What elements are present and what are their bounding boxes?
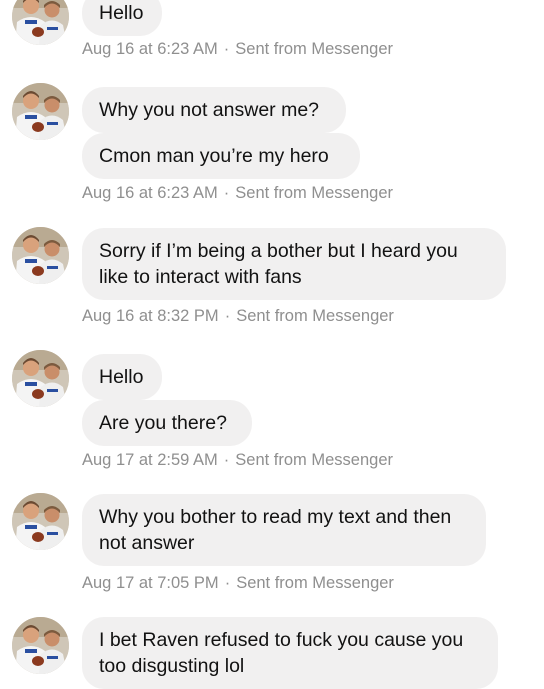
sent-from-label: Sent from Messenger xyxy=(236,307,394,325)
sender-avatar[interactable] xyxy=(12,227,69,284)
sender-avatar[interactable] xyxy=(12,493,69,550)
message-bubble[interactable]: Hello xyxy=(82,354,162,400)
message-bubble[interactable]: Are you there? xyxy=(82,400,252,446)
separator: · xyxy=(223,40,230,58)
timestamp: Aug 16 at 6:23 AM xyxy=(82,40,218,58)
sender-avatar[interactable] xyxy=(12,0,69,45)
timestamp: Aug 17 at 7:05 PM xyxy=(82,574,219,592)
message-meta: Aug 16 at 8:32 PM · Sent from Messenger xyxy=(82,307,394,326)
message-bubble[interactable]: Cmon man you’re my hero xyxy=(82,133,360,179)
message-text: Are you there? xyxy=(99,412,227,434)
message-meta: Aug 17 at 2:59 AM · Sent from Messenger xyxy=(82,451,393,470)
sent-from-label: Sent from Messenger xyxy=(235,40,393,58)
separator: · xyxy=(223,451,230,469)
message-bubble[interactable]: Why you not answer me? xyxy=(82,87,346,133)
message-text: Why you bother to read my text and then … xyxy=(99,506,452,554)
message-bubble[interactable]: I bet Raven refused to fuck you cause yo… xyxy=(82,617,498,689)
message-text: Hello xyxy=(99,366,144,388)
sent-from-label: Sent from Messenger xyxy=(235,451,393,469)
message-text: Sorry if I’m being a bother but I heard … xyxy=(99,240,458,288)
sent-from-label: Sent from Messenger xyxy=(235,184,393,202)
message-bubble[interactable]: Why you bother to read my text and then … xyxy=(82,494,486,566)
message-meta: Aug 16 at 6:23 AM · Sent from Messenger xyxy=(82,40,393,59)
message-text: Why you not answer me? xyxy=(99,99,320,121)
sender-avatar[interactable] xyxy=(12,617,69,674)
message-text: Cmon man you’re my hero xyxy=(99,145,329,167)
sender-avatar[interactable] xyxy=(12,83,69,140)
message-bubble[interactable]: Hello xyxy=(82,0,162,36)
message-text: Hello xyxy=(99,2,144,24)
message-text: I bet Raven refused to fuck you cause yo… xyxy=(99,629,464,677)
sender-avatar[interactable] xyxy=(12,350,69,407)
message-meta: Aug 17 at 7:05 PM · Sent from Messenger xyxy=(82,574,394,593)
separator: · xyxy=(224,574,231,592)
separator: · xyxy=(223,184,230,202)
sent-from-label: Sent from Messenger xyxy=(236,574,394,592)
separator: · xyxy=(224,307,231,325)
message-meta: Aug 16 at 6:23 AM · Sent from Messenger xyxy=(82,184,393,203)
timestamp: Aug 17 at 2:59 AM xyxy=(82,451,218,469)
timestamp: Aug 16 at 6:23 AM xyxy=(82,184,218,202)
timestamp: Aug 16 at 8:32 PM xyxy=(82,307,219,325)
message-bubble[interactable]: Sorry if I’m being a bother but I heard … xyxy=(82,228,506,300)
